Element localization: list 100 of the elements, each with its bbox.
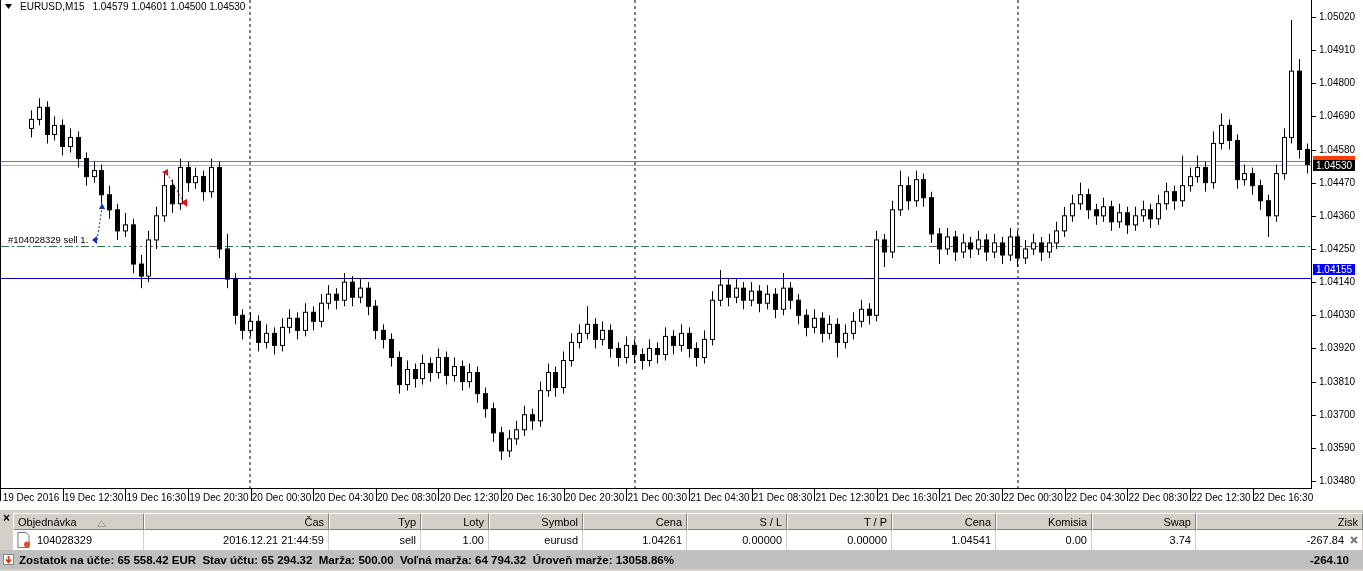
buy-arrow-icon bbox=[92, 203, 105, 244]
candlestick bbox=[968, 236, 973, 259]
candlestick bbox=[342, 272, 347, 307]
column-header[interactable]: Symbol bbox=[489, 513, 583, 530]
price-label: 1.04360 bbox=[1319, 208, 1356, 223]
candlestick bbox=[827, 314, 832, 340]
candlestick bbox=[1094, 203, 1099, 226]
candlestick bbox=[1188, 167, 1193, 193]
table-cell-text: 2016.12.21 21:44:59 bbox=[223, 533, 324, 548]
candlestick bbox=[381, 323, 386, 349]
column-header[interactable]: Cena bbox=[892, 513, 996, 530]
candlestick bbox=[843, 323, 848, 349]
dropdown-icon[interactable] bbox=[5, 4, 12, 9]
column-header[interactable]: Čas bbox=[144, 513, 329, 530]
candlestick bbox=[45, 100, 50, 144]
close-icon[interactable] bbox=[1350, 536, 1358, 544]
candlestick bbox=[193, 167, 198, 190]
candlestick bbox=[280, 317, 285, 352]
candlestick bbox=[1047, 233, 1052, 259]
price-label: 1.03590 bbox=[1319, 440, 1356, 455]
column-header[interactable]: Typ bbox=[329, 513, 421, 530]
time-label: 22 Dec 08:30 bbox=[1128, 492, 1188, 501]
time-label: 20 Dec 16:30 bbox=[502, 492, 562, 501]
candlestick bbox=[976, 230, 981, 256]
candlestick bbox=[303, 302, 308, 337]
candlestick bbox=[953, 230, 958, 262]
candlestick bbox=[702, 329, 707, 364]
candlestick bbox=[507, 429, 512, 458]
account-summary: Zostatok na účte: 65 558.42 EUR Stav účtu: 65 294.32 Marža: 500.00 Voľná marža: 64 794.32 Úroveň marže: 13058.86% bbox=[19, 553, 674, 566]
candlestick bbox=[499, 426, 504, 461]
column-header[interactable]: Objednávka bbox=[13, 513, 144, 530]
down-arrow-icon bbox=[3, 554, 14, 565]
candlestick bbox=[272, 326, 277, 355]
price-label: 1.04250 bbox=[1319, 241, 1356, 256]
time-label: 22 Dec 12:30 bbox=[1191, 492, 1251, 501]
candlestick bbox=[1078, 182, 1083, 211]
candlestick bbox=[1133, 206, 1138, 232]
candlestick bbox=[663, 326, 668, 361]
candlestick bbox=[608, 323, 613, 358]
price-badge: 1.04155 bbox=[1313, 263, 1356, 275]
table-cell-text: 104028329 bbox=[37, 533, 93, 548]
time-label: 22 Dec 16:30 bbox=[1253, 492, 1314, 501]
close-button[interactable]: × bbox=[3, 513, 10, 523]
candlestick bbox=[146, 230, 151, 283]
column-header[interactable]: Komisia bbox=[996, 513, 1092, 530]
candlestick bbox=[84, 152, 89, 187]
candlestick bbox=[139, 254, 144, 289]
time-label: 19 Dec 2016 bbox=[2, 492, 60, 501]
candlestick bbox=[178, 158, 183, 211]
column-header[interactable]: Swap bbox=[1092, 513, 1196, 530]
candlestick bbox=[1172, 185, 1177, 211]
column-header[interactable]: Loty bbox=[421, 513, 489, 530]
candlestick bbox=[906, 176, 911, 211]
candlestick bbox=[890, 200, 895, 259]
column-header[interactable]: S / L bbox=[687, 513, 787, 530]
column-header[interactable]: T / P bbox=[787, 513, 892, 530]
candlestick bbox=[1101, 197, 1106, 223]
candlestick bbox=[859, 299, 864, 328]
candlestick bbox=[1062, 206, 1067, 238]
candlestick bbox=[757, 284, 762, 313]
candlestick bbox=[1015, 230, 1020, 268]
candlestick bbox=[773, 287, 778, 319]
candlestick bbox=[937, 227, 942, 265]
candlestick bbox=[319, 293, 324, 328]
candlestick bbox=[334, 287, 339, 310]
candlestick bbox=[29, 109, 34, 138]
candlestick bbox=[444, 350, 449, 386]
candlestick bbox=[671, 329, 676, 355]
price-label: 1.04470 bbox=[1319, 175, 1356, 190]
candlestick bbox=[647, 338, 652, 368]
candlestick bbox=[1031, 233, 1036, 256]
candlestick bbox=[1180, 155, 1185, 208]
candlestick bbox=[1141, 200, 1146, 223]
candlestick bbox=[1023, 239, 1028, 265]
table-cell-text: 1.04261 bbox=[642, 533, 682, 548]
table-cell-text: 1.04541 bbox=[951, 533, 991, 548]
candlestick bbox=[522, 405, 527, 437]
time-label: 19 Dec 20:30 bbox=[189, 492, 249, 501]
candlestick bbox=[820, 311, 825, 343]
price-label: 1.04140 bbox=[1319, 275, 1356, 290]
time-label: 21 Dec 20:30 bbox=[940, 492, 1001, 501]
candlestick bbox=[1282, 127, 1287, 181]
candlestick bbox=[358, 278, 363, 304]
price-label: 1.03480 bbox=[1319, 474, 1356, 489]
column-header[interactable]: Zisk bbox=[1196, 513, 1363, 530]
column-header[interactable]: Cena bbox=[583, 513, 687, 530]
candlestick bbox=[201, 170, 206, 202]
table-cell-text: 0.00000 bbox=[742, 533, 782, 548]
candlestick bbox=[655, 341, 660, 364]
candlestick bbox=[804, 308, 809, 337]
candlestick bbox=[37, 97, 42, 126]
candlestick bbox=[546, 363, 551, 398]
price-badge: 1.04530 bbox=[1313, 159, 1356, 171]
table-cell-text: sell bbox=[399, 533, 416, 548]
price-label: 1.05020 bbox=[1319, 9, 1356, 24]
candlestick bbox=[1164, 182, 1169, 211]
candlestick bbox=[812, 308, 817, 334]
time-label: 19 Dec 12:30 bbox=[63, 492, 124, 501]
candlestick bbox=[186, 161, 191, 193]
candlestick bbox=[553, 366, 558, 398]
